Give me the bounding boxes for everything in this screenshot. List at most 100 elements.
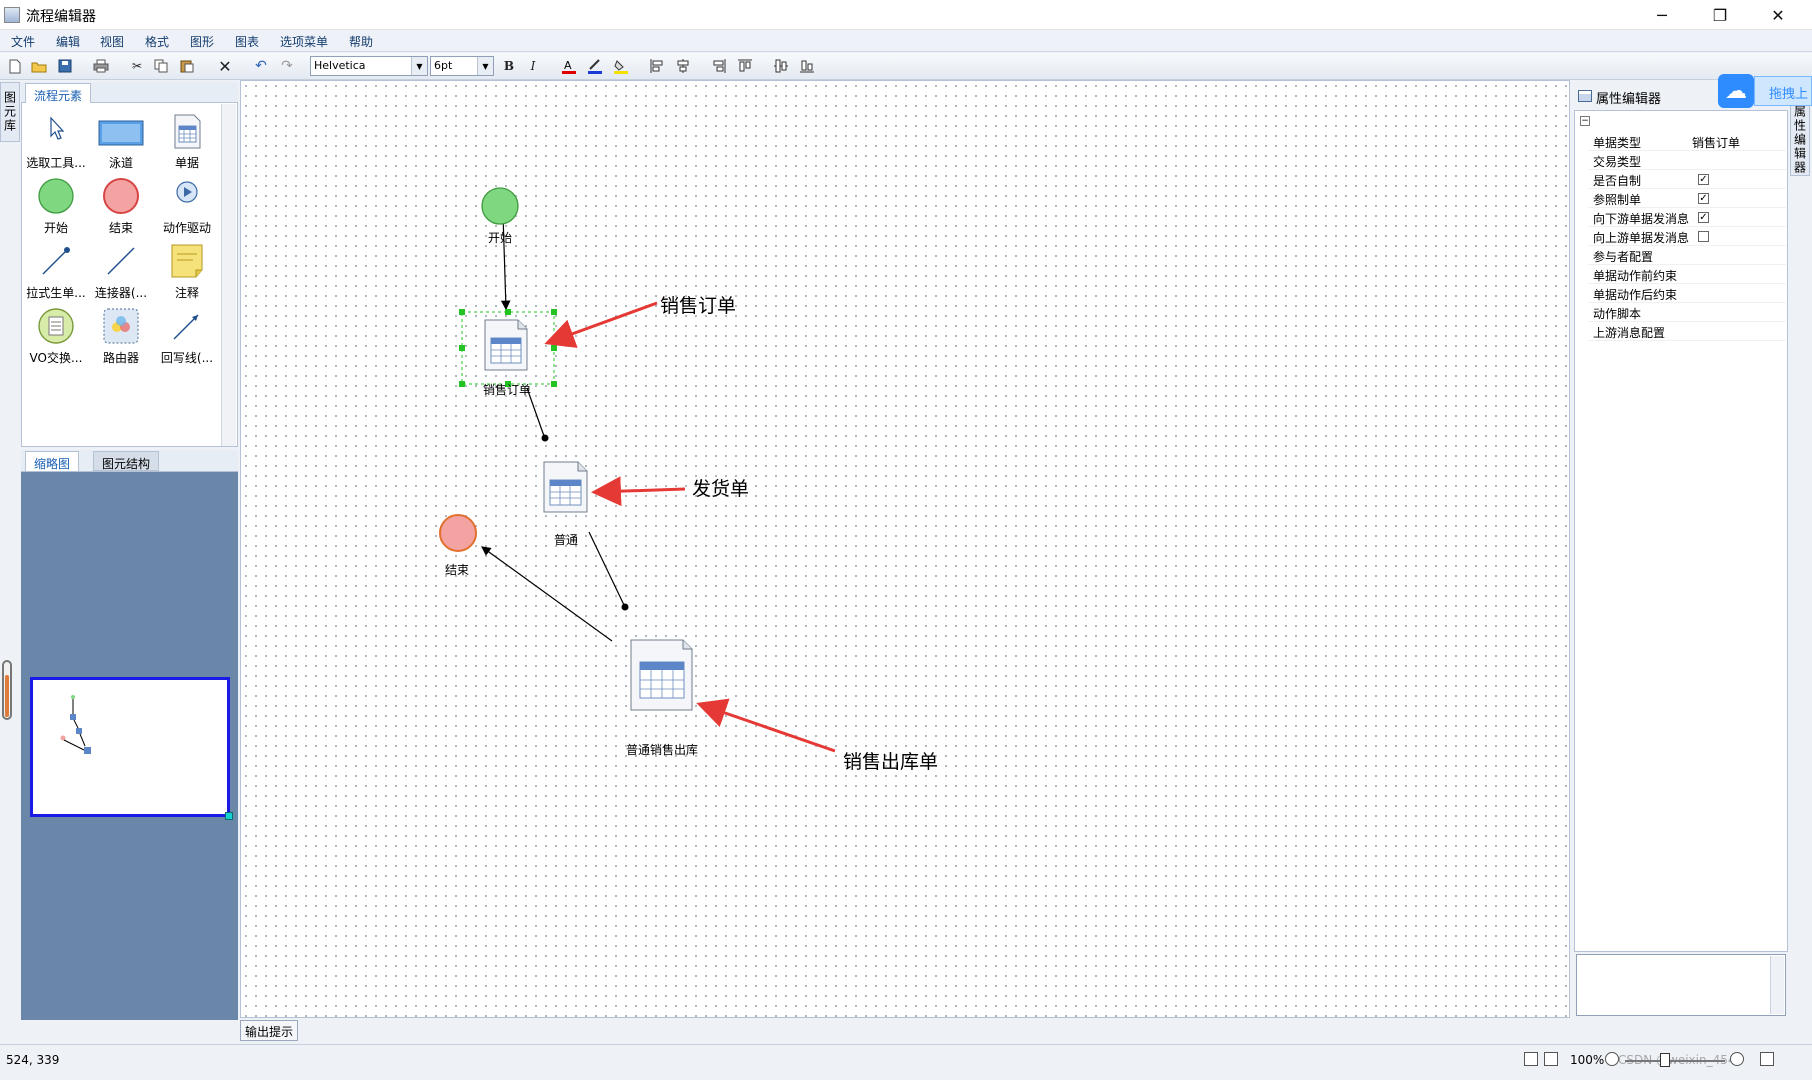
palette-item-document[interactable]: 单据 (154, 108, 220, 170)
menu-view[interactable]: 视图 (100, 33, 124, 50)
copy-icon[interactable] (152, 57, 170, 75)
palette-item-action-driver[interactable]: 动作驱动 (154, 173, 220, 235)
property-row[interactable]: 交易类型 (1588, 151, 1786, 170)
palette-item-pull-generate[interactable]: 拉式生单... (23, 238, 89, 300)
zoom-slider-track[interactable] (1625, 1060, 1725, 1062)
checkbox-self-made[interactable]: ✓ (1698, 174, 1709, 185)
delete-icon[interactable]: ✕ (216, 57, 234, 76)
cloud-icon[interactable]: ☁ (1718, 74, 1754, 108)
palette-item-end[interactable]: 结束 (88, 173, 154, 235)
connector-delivery-to-outbound[interactable] (588, 531, 625, 606)
connector-outbound-to-end[interactable] (481, 546, 613, 642)
document-icon (168, 112, 206, 150)
connector-endpoint (621, 603, 629, 611)
property-row[interactable]: 上游消息配置 (1588, 322, 1786, 341)
close-button[interactable]: ✕ (1750, 0, 1806, 30)
align-middle-icon[interactable] (772, 57, 790, 75)
property-row[interactable]: 参照制单 ✓ (1588, 189, 1786, 208)
outbound-node[interactable] (630, 639, 693, 711)
minimize-button[interactable]: ─ (1634, 0, 1690, 30)
menu-chart[interactable]: 图表 (235, 33, 259, 50)
overview-viewport[interactable] (30, 677, 230, 817)
property-row[interactable]: 单据类型 销售订单 (1588, 132, 1786, 151)
maximize-button[interactable]: ❐ (1692, 0, 1748, 30)
property-row[interactable]: 是否自制 ✓ (1588, 170, 1786, 189)
property-row[interactable]: 动作脚本 (1588, 303, 1786, 322)
property-row[interactable]: 向上游单据发消息 (1588, 227, 1786, 246)
palette-item-connector[interactable]: 连接器(... (88, 238, 154, 300)
menu-shape[interactable]: 图形 (190, 33, 214, 50)
end-node[interactable] (439, 514, 477, 552)
output-hint-tab[interactable]: 输出提示 (240, 1020, 298, 1041)
tab-thumbnail[interactable]: 缩略图 (25, 451, 80, 471)
zoom-slider-thumb[interactable] (1660, 1053, 1670, 1067)
property-row[interactable]: 单据动作后约束 (1588, 284, 1786, 303)
collapse-icon[interactable]: − (1580, 116, 1590, 126)
palette-item-swimlane[interactable]: 泳道 (88, 108, 154, 170)
redo-icon[interactable]: ↷ (278, 57, 296, 75)
delivery-node[interactable] (543, 461, 588, 513)
start-node[interactable] (481, 187, 519, 225)
property-row[interactable]: 单据动作前约束 (1588, 265, 1786, 284)
align-top-icon[interactable] (736, 57, 754, 75)
checkbox-notify-upstream[interactable] (1698, 231, 1709, 242)
menu-format[interactable]: 格式 (145, 33, 169, 50)
property-row[interactable]: 向下游单据发消息 ✓ (1588, 208, 1786, 227)
drag-upload-label[interactable]: 拖拽上 (1754, 76, 1812, 106)
description-scrollbar[interactable] (1770, 956, 1784, 1014)
print-icon[interactable] (92, 57, 110, 75)
property-key: 上游消息配置 (1593, 326, 1666, 340)
open-folder-icon[interactable] (30, 57, 48, 75)
align-center-icon[interactable] (674, 57, 692, 75)
zoom-out-icon[interactable] (1605, 1052, 1619, 1066)
zoom-in-icon[interactable] (1730, 1052, 1744, 1066)
menu-bar: 文件 编辑 视图 格式 图形 图表 选项菜单 帮助 (0, 30, 1812, 52)
font-size-select[interactable]: 6pt ▼ (430, 56, 494, 76)
checkbox-notify-downstream[interactable]: ✓ (1698, 212, 1709, 223)
bold-button[interactable]: B (500, 57, 518, 75)
delivery-node-label: 普通 (553, 533, 578, 547)
paste-icon[interactable] (178, 57, 196, 75)
property-editor-side-tab[interactable]: 属性编辑器 (1790, 104, 1810, 176)
callout-arrow-outbound (696, 698, 836, 753)
font-color-icon[interactable]: A (560, 57, 578, 75)
fit-width-icon[interactable] (1544, 1052, 1558, 1066)
italic-button[interactable]: I (524, 57, 542, 75)
undo-icon[interactable]: ↶ (252, 57, 270, 75)
tab-process-elements[interactable]: 流程元素 (25, 83, 92, 103)
fit-page-icon[interactable] (1524, 1052, 1538, 1066)
align-right-icon[interactable] (710, 57, 728, 75)
save-icon[interactable] (56, 57, 74, 75)
line-color-icon[interactable] (586, 57, 604, 75)
palette-item-writeback-line[interactable]: 回写线(... (154, 303, 220, 365)
element-library-tab[interactable]: 图元库 (0, 82, 20, 142)
fill-color-icon[interactable] (612, 57, 630, 75)
palette-item-label: 拉式生单... (26, 286, 86, 300)
property-description-area[interactable] (1576, 954, 1786, 1016)
tab-element-structure[interactable]: 图元结构 (93, 451, 160, 471)
palette-item-label: 路由器 (102, 351, 139, 365)
palette-item-label: 开始 (43, 221, 68, 235)
align-bottom-icon[interactable] (798, 57, 816, 75)
menu-help[interactable]: 帮助 (349, 33, 373, 50)
palette-item-router[interactable]: 路由器 (88, 303, 154, 365)
fullscreen-icon[interactable] (1760, 1052, 1774, 1066)
property-row[interactable]: 参与者配置 (1588, 246, 1786, 265)
palette-item-select-tool[interactable]: 选取工具... (23, 108, 89, 170)
property-value[interactable]: 销售订单 (1692, 134, 1740, 151)
font-family-select[interactable]: Helvetica ▼ (310, 56, 428, 76)
checkbox-reference-create[interactable]: ✓ (1698, 193, 1709, 204)
palette-item-start[interactable]: 开始 (23, 173, 89, 235)
sales-order-node[interactable] (484, 319, 528, 371)
menu-edit[interactable]: 编辑 (56, 33, 80, 50)
svg-text:A: A (564, 59, 572, 72)
palette-scrollbar[interactable] (221, 104, 236, 446)
palette-item-vo-exchange[interactable]: VO交换... (23, 303, 89, 365)
new-file-icon[interactable] (6, 57, 24, 75)
menu-file[interactable]: 文件 (11, 33, 35, 50)
overview-resize-handle[interactable] (225, 812, 233, 820)
menu-options[interactable]: 选项菜单 (280, 33, 328, 50)
cut-icon[interactable]: ✂ (128, 57, 146, 75)
palette-item-note[interactable]: 注释 (154, 238, 220, 300)
align-left-icon[interactable] (648, 57, 666, 75)
